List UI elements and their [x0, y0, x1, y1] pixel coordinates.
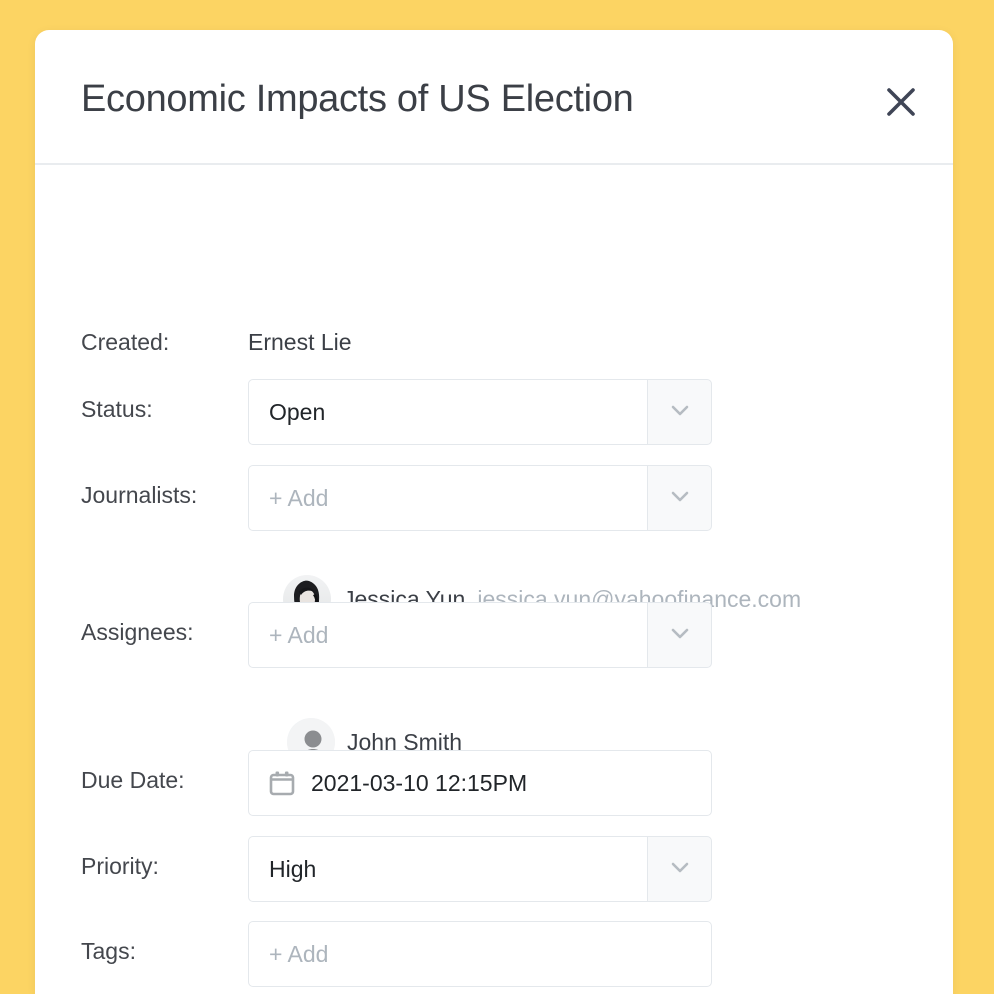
- assignees-input[interactable]: + Add: [248, 602, 647, 668]
- modal-header: Economic Impacts of US Election: [35, 30, 953, 165]
- created-label: Created:: [81, 329, 170, 355]
- status-select[interactable]: Open: [248, 379, 712, 445]
- assignees-select-caret[interactable]: [647, 602, 712, 668]
- close-button[interactable]: [877, 78, 925, 126]
- journalists-label: Journalists:: [81, 482, 198, 508]
- journalists-select[interactable]: + Add: [248, 465, 712, 531]
- calendar-icon: [267, 768, 297, 798]
- chevron-down-icon: [667, 397, 693, 428]
- status-select-value[interactable]: Open: [248, 379, 647, 445]
- priority-select-caret[interactable]: [647, 836, 712, 902]
- priority-label: Priority:: [81, 853, 159, 879]
- status-select-caret[interactable]: [647, 379, 712, 445]
- chevron-down-icon: [667, 620, 693, 651]
- assignees-select[interactable]: + Add: [248, 602, 712, 668]
- priority-select[interactable]: High: [248, 836, 712, 902]
- screen: Economic Impacts of US Election Created:…: [0, 0, 994, 994]
- status-label: Status:: [81, 396, 153, 422]
- created-value: Ernest Lie: [248, 329, 352, 355]
- tags-input[interactable]: + Add: [248, 921, 712, 987]
- priority-select-value[interactable]: High: [248, 836, 647, 902]
- tags-field[interactable]: + Add: [248, 921, 712, 987]
- close-icon: [881, 82, 921, 122]
- journalists-select-caret[interactable]: [647, 465, 712, 531]
- due-date-value: 2021-03-10 12:15PM: [311, 769, 528, 796]
- assignees-label: Assignees:: [81, 619, 194, 645]
- journalists-input[interactable]: + Add: [248, 465, 647, 531]
- chevron-down-icon: [667, 483, 693, 514]
- due-date-field[interactable]: 2021-03-10 12:15PM: [248, 750, 712, 816]
- page-title: Economic Impacts of US Election: [81, 78, 634, 120]
- due-date-input[interactable]: 2021-03-10 12:15PM: [248, 750, 712, 816]
- task-detail-modal: Economic Impacts of US Election Created:…: [35, 30, 953, 994]
- tags-label: Tags:: [81, 938, 136, 964]
- chevron-down-icon: [667, 854, 693, 885]
- due-date-label: Due Date:: [81, 767, 185, 793]
